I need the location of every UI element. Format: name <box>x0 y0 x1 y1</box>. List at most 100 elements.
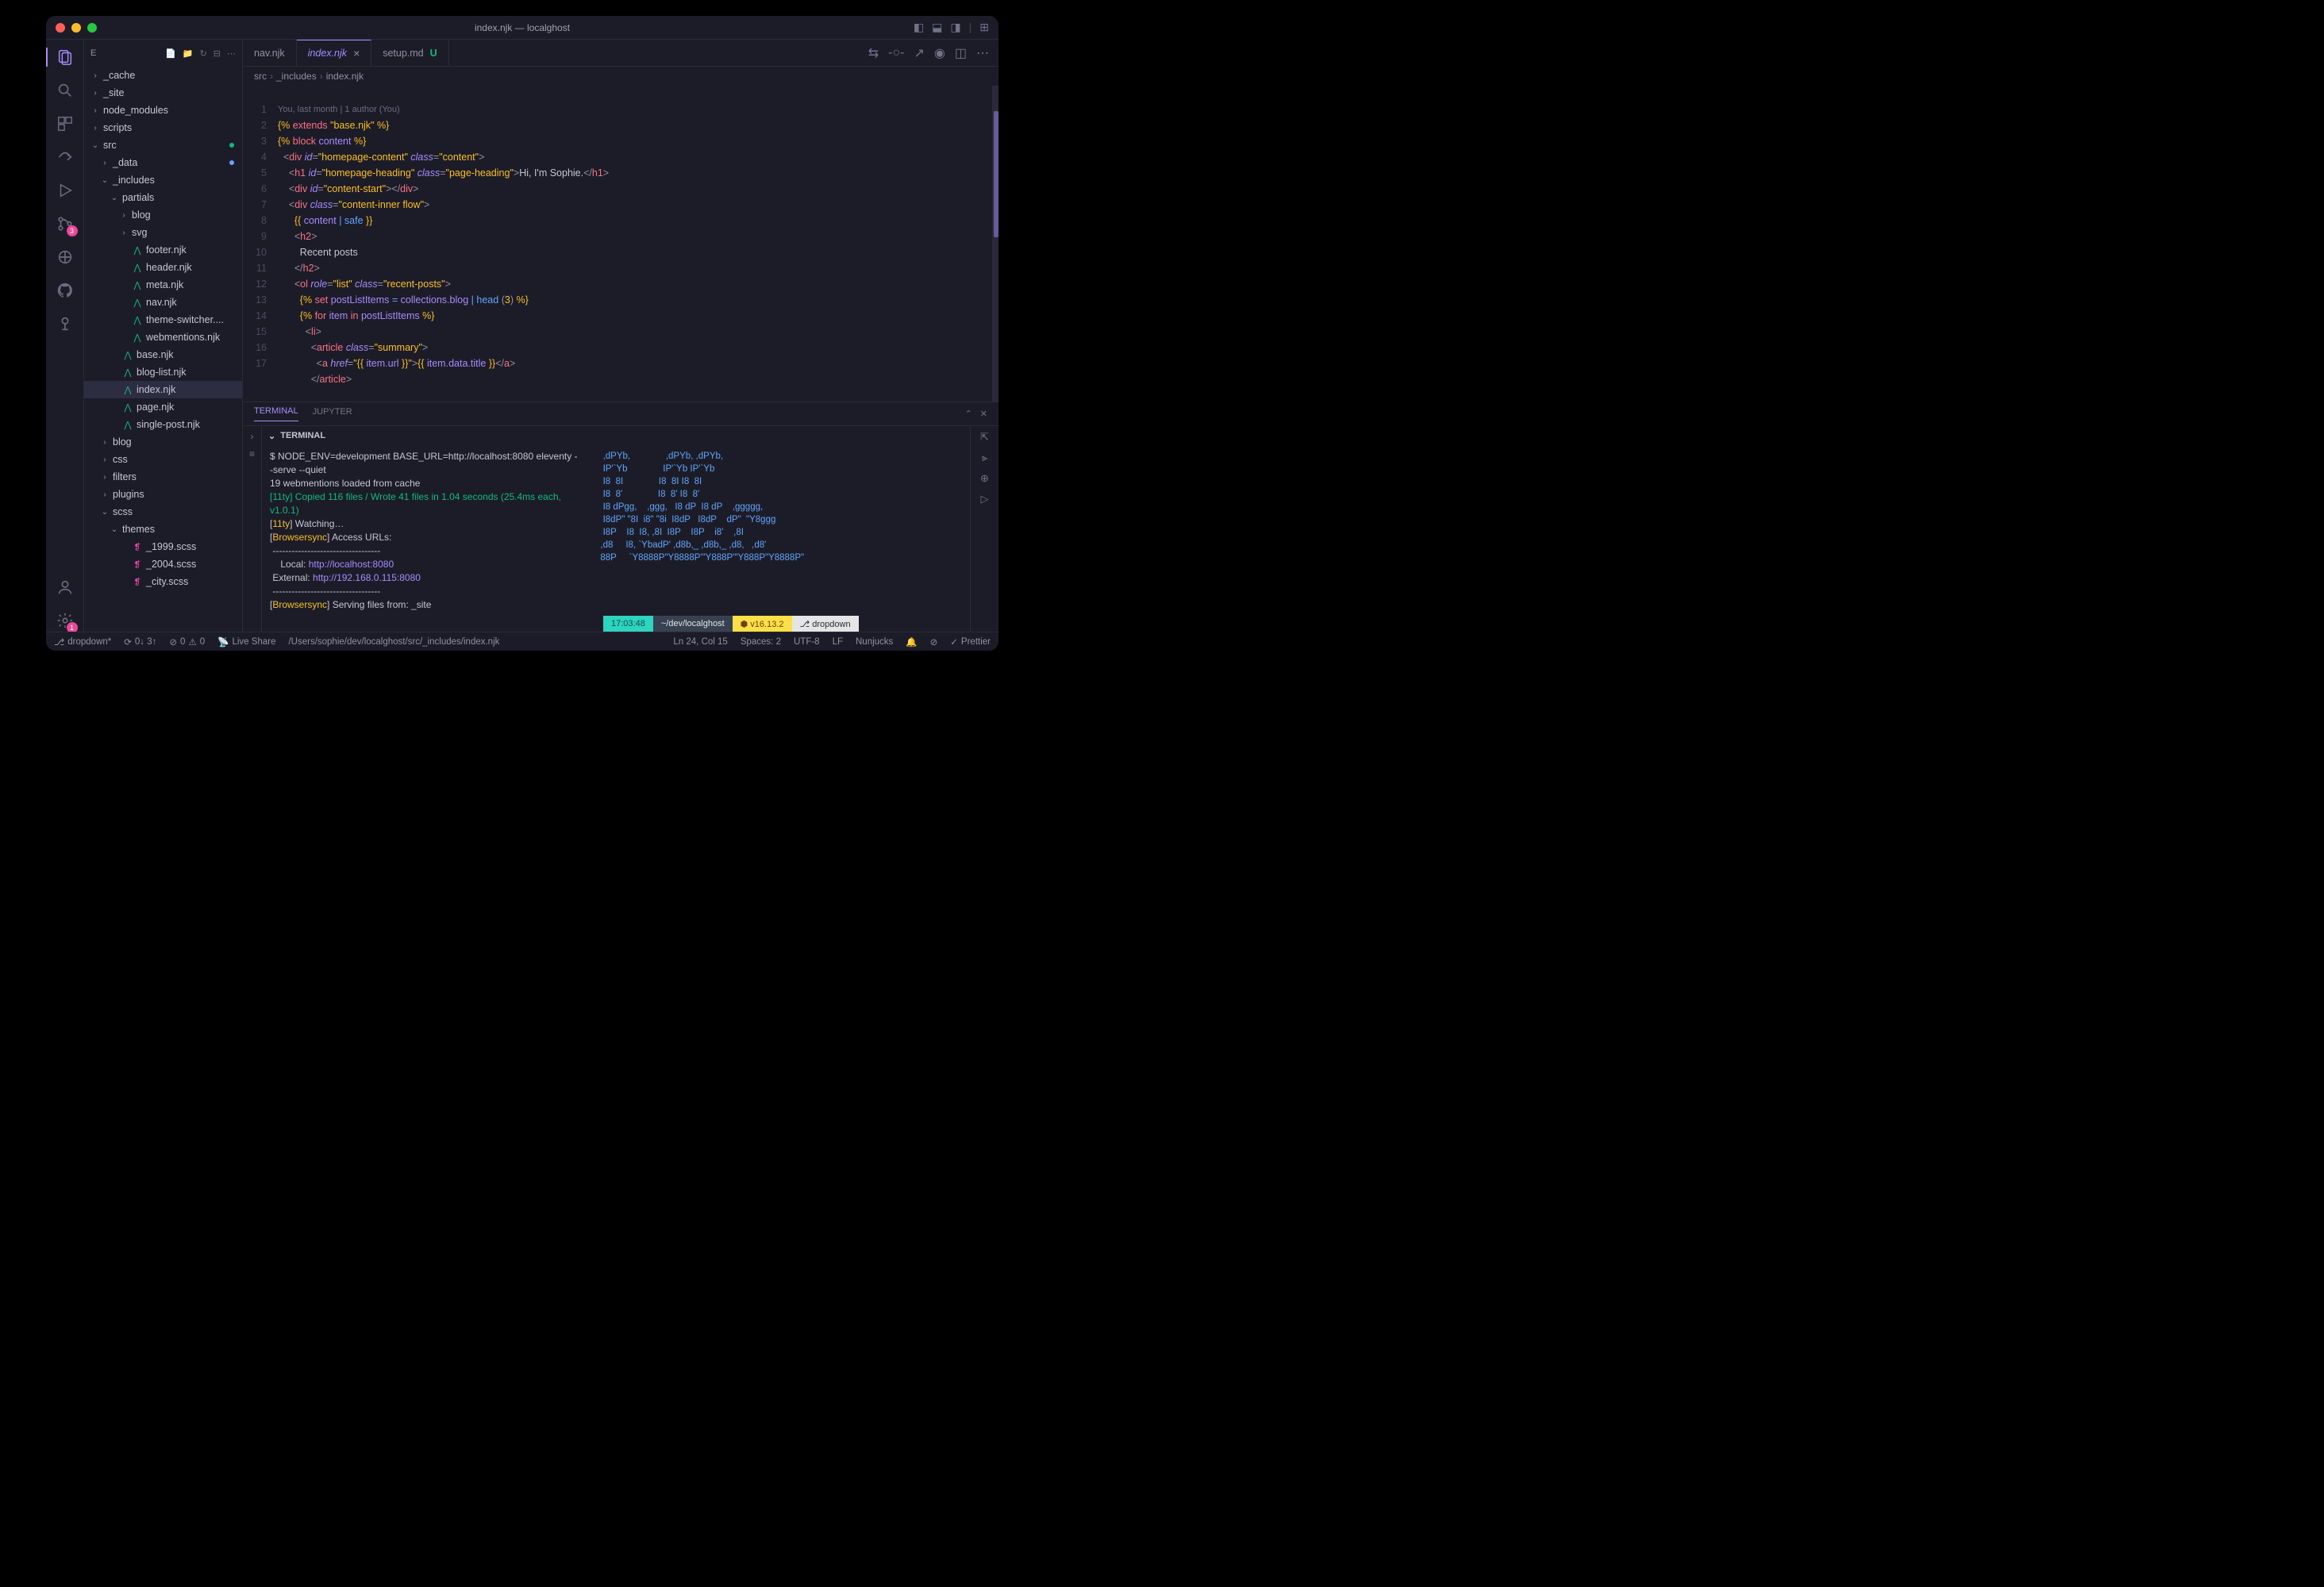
status-branch[interactable]: ⎇ dropdown* <box>54 636 111 647</box>
explorer-sidebar: E 📄 📁 ↻ ⊟ ⋯ ›_cache›_site›node_modules›s… <box>84 40 243 632</box>
panel-right-icon[interactable]: ◨ <box>950 21 960 34</box>
file-item[interactable]: ⋀footer.njk <box>84 241 242 259</box>
breadcrumb-segment[interactable]: src <box>254 71 267 82</box>
panel-left-icon[interactable]: ◧ <box>914 21 924 34</box>
new-file-icon[interactable]: 📄 <box>165 48 176 59</box>
breadcrumb-segment[interactable]: _includes <box>276 71 317 82</box>
folder-item[interactable]: ›svg <box>84 224 242 241</box>
panel-tab[interactable]: JUPYTER <box>313 407 352 421</box>
scm-badge: 3 <box>67 225 78 236</box>
breadcrumb-segment[interactable]: index.njk <box>326 71 364 82</box>
commit-icon[interactable]: -○- <box>888 46 904 60</box>
folder-item[interactable]: ›_data <box>84 154 242 171</box>
editor-tab[interactable]: index.njk× <box>297 40 372 66</box>
file-item[interactable]: ⋀theme-switcher.... <box>84 311 242 329</box>
lens-tab[interactable] <box>54 246 76 268</box>
folder-item[interactable]: ›css <box>84 451 242 468</box>
file-item[interactable]: ⋀webmentions.njk <box>84 329 242 346</box>
account-tab[interactable] <box>54 576 76 598</box>
settings-tab[interactable]: 1 <box>54 609 76 632</box>
file-item[interactable]: ⋀page.njk <box>84 398 242 416</box>
github-tab[interactable] <box>54 279 76 302</box>
file-item[interactable]: ⋀nav.njk <box>84 294 242 311</box>
folder-item[interactable]: ⌄_includes <box>84 171 242 189</box>
terminal-run-icon[interactable]: ▷ <box>981 493 989 505</box>
search-tab[interactable] <box>54 79 76 102</box>
chevron-right-icon[interactable]: › <box>251 431 254 442</box>
titlebar: index.njk — localghost ◧ ⬓ ◨ | ⊞ <box>46 16 998 40</box>
output-icon[interactable]: ≡ <box>249 448 255 459</box>
editor-tab[interactable]: setup.mdU <box>371 40 448 66</box>
status-path[interactable]: /Users/sophie/dev/localghost/src/_includ… <box>288 637 499 647</box>
panel-bottom-icon[interactable]: ⬓ <box>932 21 942 34</box>
minimize-window-button[interactable] <box>71 23 81 33</box>
minimap[interactable] <box>992 86 998 402</box>
status-eol[interactable]: LF <box>833 636 843 647</box>
close-tab-icon[interactable]: × <box>353 47 360 60</box>
file-item[interactable]: ⋀single-post.njk <box>84 416 242 433</box>
panel-close-icon[interactable]: ✕ <box>980 409 987 419</box>
file-item[interactable]: ⋀blog-list.njk <box>84 363 242 381</box>
file-item[interactable]: ❡_city.scss <box>84 573 242 590</box>
panel-maximize-icon[interactable]: ⌃ <box>965 409 972 419</box>
user-icon[interactable]: ◉ <box>934 45 945 61</box>
breadcrumb[interactable]: src›_includes›index.njk <box>243 67 998 86</box>
new-folder-icon[interactable]: 📁 <box>183 48 194 59</box>
go-icon[interactable]: ↗ <box>914 45 925 61</box>
file-item[interactable]: ❡_2004.scss <box>84 555 242 573</box>
folder-item[interactable]: ›_site <box>84 84 242 102</box>
folder-item[interactable]: ⌄src <box>84 136 242 154</box>
status-problems[interactable]: ⊘ 0 ⚠ 0 <box>169 636 205 647</box>
layout-grid-icon[interactable]: ⊞ <box>979 21 989 34</box>
file-item[interactable]: ⋀base.njk <box>84 346 242 363</box>
codelens[interactable]: You, last month | 1 author (You) <box>278 102 998 117</box>
file-item[interactable]: ❡_1999.scss <box>84 538 242 555</box>
refresh-icon[interactable]: ↻ <box>200 48 207 59</box>
terminal-ext-icon[interactable]: ⇱ <box>980 431 989 444</box>
status-feedback-icon[interactable]: ⊘ <box>930 636 938 647</box>
more-icon[interactable]: ⋯ <box>227 48 236 59</box>
scm-tab[interactable]: 3 <box>54 213 76 235</box>
file-item[interactable]: ⋀index.njk <box>84 381 242 398</box>
close-window-button[interactable] <box>56 23 65 33</box>
code-editor[interactable]: 1234567891011121314151617 You, last mont… <box>243 86 998 402</box>
status-sync[interactable]: ⟳ 0↓ 3↑ <box>124 636 156 647</box>
folder-item[interactable]: ›blog <box>84 206 242 224</box>
terminal-header: ⌄TERMINAL <box>262 426 970 445</box>
status-notif-icon[interactable]: 🔔 <box>906 636 917 647</box>
status-lang[interactable]: Nunjucks <box>856 636 893 647</box>
explorer-tab[interactable] <box>54 46 76 68</box>
folder-item[interactable]: ›plugins <box>84 486 242 503</box>
status-spaces[interactable]: Spaces: 2 <box>741 636 781 647</box>
status-liveshare[interactable]: 📡 Live Share <box>217 636 275 647</box>
share-tab[interactable] <box>54 146 76 168</box>
status-cursor[interactable]: Ln 24, Col 15 <box>673 636 727 647</box>
folder-item[interactable]: ›filters <box>84 468 242 486</box>
file-tree[interactable]: ›_cache›_site›node_modules›scripts⌄src›_… <box>84 67 242 632</box>
status-prettier[interactable]: ✓ Prettier <box>950 636 991 647</box>
terminal-add-icon[interactable]: ⊕ <box>980 472 989 485</box>
maximize-window-button[interactable] <box>87 23 97 33</box>
editor-tab[interactable]: nav.njk <box>243 40 297 66</box>
run-tab[interactable] <box>54 179 76 202</box>
tree-tab[interactable] <box>54 313 76 335</box>
terminal[interactable]: $ NODE_ENV=development BASE_URL=http://l… <box>262 445 970 616</box>
folder-item[interactable]: ›scripts <box>84 119 242 136</box>
more-editor-icon[interactable]: ⋯ <box>976 45 989 61</box>
folder-item[interactable]: ›_cache <box>84 67 242 84</box>
folder-item[interactable]: ⌄themes <box>84 521 242 538</box>
panel-tab[interactable]: TERMINAL <box>254 406 298 421</box>
folder-item[interactable]: ⌄partials <box>84 189 242 206</box>
folder-item[interactable]: ›node_modules <box>84 102 242 119</box>
terminal-split-icon[interactable]: ⫸ <box>982 452 987 464</box>
folder-item[interactable]: ⌄scss <box>84 503 242 521</box>
collapse-icon[interactable]: ⊟ <box>214 48 221 59</box>
status-encoding[interactable]: UTF-8 <box>794 636 820 647</box>
split-icon[interactable]: ◫ <box>955 45 967 61</box>
extensions-tab[interactable] <box>54 113 76 135</box>
file-item[interactable]: ⋀header.njk <box>84 259 242 276</box>
folder-item[interactable]: ›blog <box>84 433 242 451</box>
compare-icon[interactable]: ⇆ <box>868 45 879 61</box>
file-item[interactable]: ⋀meta.njk <box>84 276 242 294</box>
code-content[interactable]: You, last month | 1 author (You){% exten… <box>278 86 998 402</box>
